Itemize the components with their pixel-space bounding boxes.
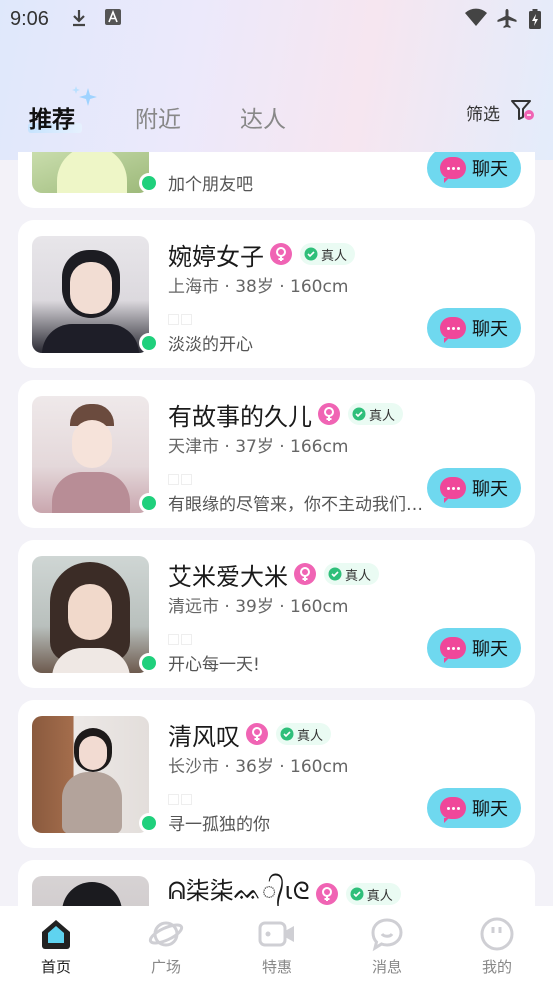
- chat-bubble-icon: [440, 477, 466, 503]
- airplane-icon: [497, 9, 517, 28]
- user-bio: 有眼缘的尽管来，你不主动我们怎么会有故事: [168, 495, 423, 515]
- chat-button-label: 聊天: [472, 799, 508, 820]
- nav-home[interactable]: 首页: [16, 916, 96, 977]
- user-name: ᕱ柒柒ᨐ᭄ɩᘓ: [168, 877, 310, 905]
- chat-button[interactable]: 聊天: [427, 152, 521, 188]
- user-name-row: 有故事的久儿 真人: [168, 398, 404, 431]
- wifi-icon: [465, 8, 487, 26]
- tag-placeholder: [168, 310, 194, 325]
- verified-badge: 真人: [345, 883, 401, 905]
- chat-button-label: 聊天: [472, 159, 508, 180]
- verified-badge: 真人: [276, 723, 332, 745]
- verified-check-icon: [304, 247, 318, 261]
- user-avatar[interactable]: [32, 152, 149, 193]
- battery-icon: [529, 9, 541, 29]
- user-avatar[interactable]: [32, 396, 149, 513]
- status-time: 9:06: [10, 8, 49, 30]
- user-name: 清风叹: [168, 722, 240, 751]
- user-meta: 上海市 · 38岁 · 160cm: [168, 277, 349, 297]
- nav-home-label: 首页: [40, 958, 71, 976]
- chat-button[interactable]: 聊天: [427, 468, 521, 508]
- bottom-navigation: 首页 广场 特惠 消息 我的: [0, 906, 553, 984]
- status-bar: 9:06: [0, 0, 553, 38]
- user-bio: 开心每一天!: [168, 655, 260, 675]
- user-avatar[interactable]: [32, 236, 149, 353]
- profile-icon: [480, 917, 514, 951]
- verified-badge: 真人: [324, 563, 380, 585]
- verified-badge: 真人: [348, 403, 404, 425]
- user-name-row: ᕱ柒柒ᨐ᭄ɩᘓ 真人: [168, 877, 401, 906]
- nav-messages-label: 消息: [371, 958, 402, 976]
- user-name-row: 婉婷女子 真人: [168, 238, 356, 271]
- tag-placeholder: [168, 630, 194, 645]
- user-card[interactable]: 加个朋友吧 聊天: [18, 152, 535, 208]
- nav-profile-label: 我的: [481, 958, 512, 976]
- online-status-dot: [139, 653, 159, 673]
- planet-icon: [148, 921, 184, 947]
- tag-placeholder: [168, 790, 194, 805]
- user-list[interactable]: 加个朋友吧 聊天 婉婷女子 真人 上海市 · 38岁 · 160cm 淡淡的开心…: [0, 152, 553, 906]
- nav-square[interactable]: 广场: [126, 916, 206, 977]
- user-card[interactable]: 清风叹 真人 长沙市 · 36岁 · 160cm 寻一孤独的你 聊天: [18, 700, 535, 848]
- filter-button[interactable]: 筛选: [466, 100, 500, 125]
- user-bio: 加个朋友吧: [168, 175, 253, 195]
- female-gender-icon: [315, 883, 338, 905]
- nav-messages[interactable]: 消息: [347, 916, 427, 977]
- chat-button[interactable]: 聊天: [427, 628, 521, 668]
- user-avatar[interactable]: [32, 716, 149, 833]
- user-meta: 长沙市 · 36岁 · 160cm: [168, 757, 349, 777]
- online-status-dot: [139, 333, 159, 353]
- user-name: 婉婷女子: [168, 242, 264, 271]
- nav-deals-label: 特惠: [261, 958, 292, 976]
- user-bio: 寻一孤独的你: [168, 815, 270, 835]
- chat-button-label: 聊天: [472, 319, 508, 340]
- user-bio: 淡淡的开心: [168, 335, 253, 355]
- verified-check-icon: [350, 887, 364, 901]
- user-name-row: 艾米爱大米 真人: [168, 558, 380, 591]
- verified-check-icon: [352, 407, 366, 421]
- home-icon: [42, 920, 70, 949]
- user-meta: 清远市 · 39岁 · 160cm: [168, 597, 349, 617]
- text-notification-icon: [105, 9, 121, 25]
- user-avatar[interactable]: [32, 876, 149, 906]
- online-status-dot: [139, 173, 159, 193]
- female-gender-icon: [318, 403, 340, 425]
- download-icon: [73, 10, 85, 27]
- user-card[interactable]: ᕱ柒柒ᨐ᭄ɩᘓ 真人: [18, 860, 535, 906]
- chat-bubble-icon: [440, 637, 466, 663]
- nav-square-label: 广场: [150, 958, 181, 976]
- user-name: 有故事的久儿: [168, 402, 312, 431]
- female-gender-icon: [294, 563, 316, 585]
- tab-nearby[interactable]: 附近: [135, 100, 181, 134]
- video-icon: [258, 921, 294, 947]
- nav-profile[interactable]: 我的: [457, 916, 537, 977]
- filter-icon[interactable]: [510, 98, 536, 122]
- user-name-row: 清风叹 真人: [168, 718, 332, 751]
- verified-check-icon: [280, 727, 294, 741]
- chat-bubble-icon: [440, 797, 466, 823]
- female-gender-icon: [246, 723, 268, 745]
- chat-bubble-icon: [440, 157, 466, 183]
- user-meta: 天津市 · 37岁 · 166cm: [168, 437, 349, 457]
- user-avatar[interactable]: [32, 556, 149, 673]
- chat-button-label: 聊天: [472, 479, 508, 500]
- user-card[interactable]: 婉婷女子 真人 上海市 · 38岁 · 160cm 淡淡的开心 聊天: [18, 220, 535, 368]
- tab-experts[interactable]: 达人: [240, 100, 286, 134]
- chat-button[interactable]: 聊天: [427, 788, 521, 828]
- tab-recommend[interactable]: 推荐: [29, 100, 75, 134]
- tag-placeholder: [168, 470, 194, 485]
- user-card[interactable]: 有故事的久儿 真人 天津市 · 37岁 · 166cm 有眼缘的尽管来，你不主动…: [18, 380, 535, 528]
- online-status-dot: [139, 813, 159, 833]
- verified-badge: 真人: [300, 243, 356, 265]
- chat-button-label: 聊天: [472, 639, 508, 660]
- chat-bubble-icon: [440, 317, 466, 343]
- online-status-dot: [139, 493, 159, 513]
- chat-button[interactable]: 聊天: [427, 308, 521, 348]
- female-gender-icon: [270, 243, 292, 265]
- nav-deals[interactable]: 特惠: [237, 916, 317, 977]
- verified-check-icon: [328, 567, 342, 581]
- user-card[interactable]: 艾米爱大米 真人 清远市 · 39岁 · 160cm 开心每一天! 聊天: [18, 540, 535, 688]
- user-name: 艾米爱大米: [168, 562, 288, 591]
- message-icon: [371, 918, 403, 952]
